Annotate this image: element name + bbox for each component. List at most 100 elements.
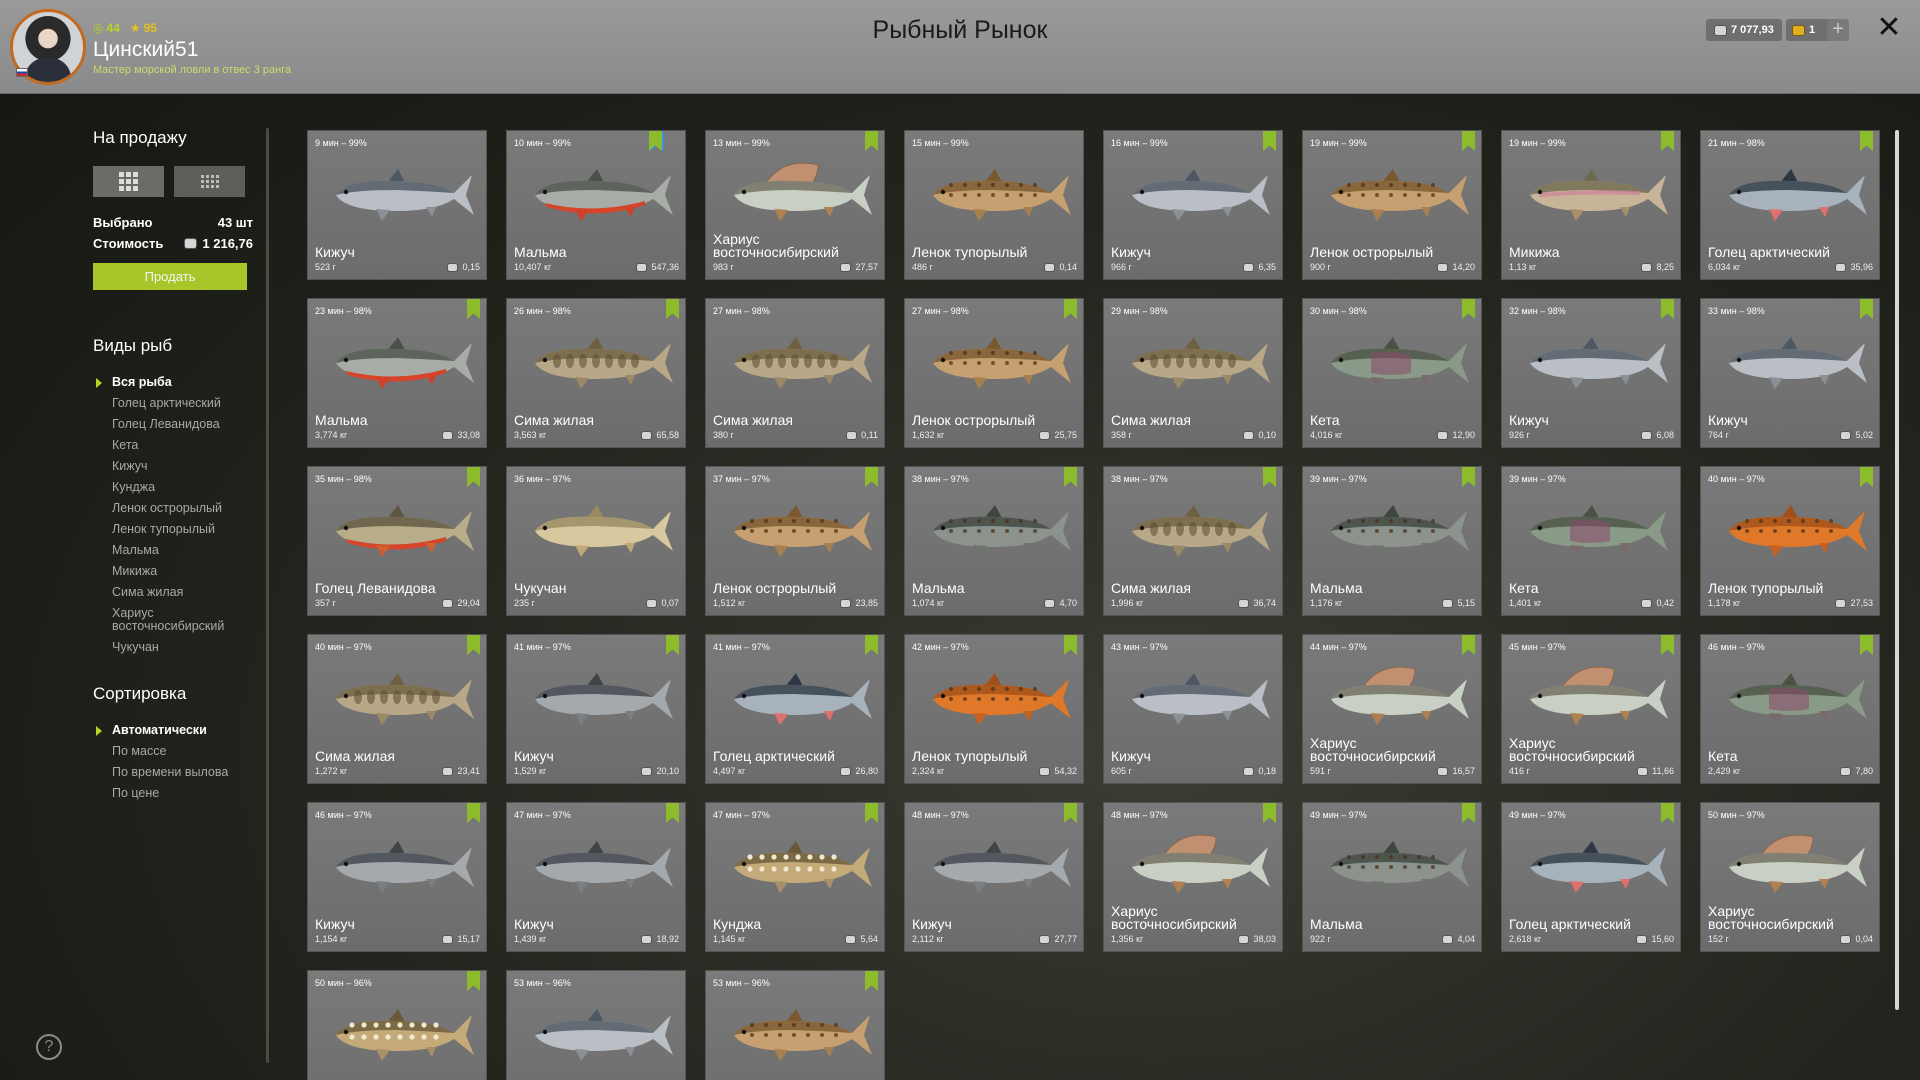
- fish-card[interactable]: 47 мин – 97% Кунджа 1,145 кг 5,64: [705, 802, 885, 952]
- bookmark-icon[interactable]: [1860, 635, 1873, 655]
- fish-card[interactable]: 19 мин – 99% Ленок острорылый 900 г 14,2…: [1302, 130, 1482, 280]
- fish-card[interactable]: 36 мин – 97% Чукучан 235 г 0,07: [506, 466, 686, 616]
- fish-card[interactable]: 47 мин – 97% Кижуч 1,439 кг 18,92: [506, 802, 686, 952]
- species-filter-item[interactable]: Кижуч: [93, 456, 253, 477]
- species-filter-item[interactable]: Вся рыба: [93, 372, 253, 393]
- bookmark-icon[interactable]: [1263, 803, 1276, 823]
- fish-card[interactable]: 38 мин – 97% Сима жилая 1,996 кг 36,74: [1103, 466, 1283, 616]
- fish-card[interactable]: 21 мин – 98% Голец арктический 6,034 кг …: [1700, 130, 1880, 280]
- fish-card[interactable]: 53 мин – 96%: [705, 970, 885, 1080]
- fish-card[interactable]: 30 мин – 98% Кета 4,016 кг 12,90: [1302, 298, 1482, 448]
- species-filter-item[interactable]: Кета: [93, 435, 253, 456]
- bookmark-icon[interactable]: [1064, 803, 1077, 823]
- bookmark-icon[interactable]: [1064, 299, 1077, 319]
- fish-card[interactable]: 49 мин – 97% Мальма 922 г 4,04: [1302, 802, 1482, 952]
- bookmark-icon[interactable]: [1860, 299, 1873, 319]
- fish-card[interactable]: 46 мин – 97% Кета 2,429 кг 7,80: [1700, 634, 1880, 784]
- large-grid-view-button[interactable]: [93, 166, 164, 197]
- bookmark-icon[interactable]: [865, 131, 878, 151]
- species-filter-item[interactable]: Голец арктический: [93, 393, 253, 414]
- fish-card[interactable]: 32 мин – 98% Кижуч 926 г 6,08: [1501, 298, 1681, 448]
- fish-card[interactable]: 35 мин – 98% Голец Леванидова 357 г 29,0…: [307, 466, 487, 616]
- fish-card[interactable]: 41 мин – 97% Кижуч 1,529 кг 20,10: [506, 634, 686, 784]
- fish-card[interactable]: 46 мин – 97% Кижуч 1,154 кг 15,17: [307, 802, 487, 952]
- bookmark-icon[interactable]: [1661, 803, 1674, 823]
- sort-option-item[interactable]: По массе: [93, 741, 253, 762]
- species-filter-item[interactable]: Микижа: [93, 561, 253, 582]
- bookmark-icon[interactable]: [865, 971, 878, 991]
- fish-card[interactable]: 38 мин – 97% Мальма 1,074 кг 4,70: [904, 466, 1084, 616]
- bookmark-icon[interactable]: [666, 299, 679, 319]
- fish-card[interactable]: 49 мин – 97% Голец арктический 2,618 кг …: [1501, 802, 1681, 952]
- species-filter-item[interactable]: Ленок острорылый: [93, 498, 253, 519]
- bookmark-icon[interactable]: [1462, 131, 1475, 151]
- fish-card[interactable]: 50 мин – 96%: [307, 970, 487, 1080]
- help-button[interactable]: ?: [36, 1034, 62, 1060]
- fish-card[interactable]: 48 мин – 97% Хариус восточносибирский 1,…: [1103, 802, 1283, 952]
- bookmark-icon[interactable]: [1661, 299, 1674, 319]
- small-grid-view-button[interactable]: [174, 166, 245, 197]
- bookmark-icon[interactable]: [666, 803, 679, 823]
- bookmark-icon[interactable]: [1462, 635, 1475, 655]
- fish-card[interactable]: 44 мин – 97% Хариус восточносибирский 59…: [1302, 634, 1482, 784]
- fish-card[interactable]: 29 мин – 98% Сима жилая 358 г 0,10: [1103, 298, 1283, 448]
- fish-card[interactable]: 10 мин – 99% Мальма 10,407 кг 547,36: [506, 130, 686, 280]
- bookmark-icon[interactable]: [1661, 635, 1674, 655]
- bookmark-icon[interactable]: [467, 971, 480, 991]
- fish-card[interactable]: 26 мин – 98% Сима жилая 3,563 кг 65,58: [506, 298, 686, 448]
- bookmark-icon[interactable]: [1064, 635, 1077, 655]
- fish-card[interactable]: 13 мин – 99% Хариус восточносибирский 98…: [705, 130, 885, 280]
- close-button[interactable]: ✕: [1874, 13, 1904, 44]
- bookmark-icon[interactable]: [1263, 131, 1276, 151]
- bookmark-icon[interactable]: [1263, 467, 1276, 487]
- bookmark-icon[interactable]: [865, 467, 878, 487]
- fish-card[interactable]: 27 мин – 98% Сима жилая 380 г 0,11: [705, 298, 885, 448]
- fish-card[interactable]: 50 мин – 97% Хариус восточносибирский 15…: [1700, 802, 1880, 952]
- bookmark-icon[interactable]: [467, 635, 480, 655]
- bookmark-icon[interactable]: [467, 299, 480, 319]
- fish-card[interactable]: 37 мин – 97% Ленок острорылый 1,512 кг 2…: [705, 466, 885, 616]
- bookmark-icon[interactable]: [467, 467, 480, 487]
- fish-card[interactable]: 39 мин – 97% Мальма 1,176 кг 5,15: [1302, 466, 1482, 616]
- fish-card[interactable]: 33 мин – 98% Кижуч 764 г 5,02: [1700, 298, 1880, 448]
- bookmark-icon[interactable]: [865, 635, 878, 655]
- species-filter-item[interactable]: Кунджа: [93, 477, 253, 498]
- fish-card[interactable]: 45 мин – 97% Хариус восточносибирский 41…: [1501, 634, 1681, 784]
- fish-card[interactable]: 16 мин – 99% Кижуч 966 г 6,35: [1103, 130, 1283, 280]
- sort-option-item[interactable]: По цене: [93, 783, 253, 804]
- fish-card[interactable]: 9 мин – 99% Кижуч 523 г 0,15: [307, 130, 487, 280]
- fish-card[interactable]: 19 мин – 99% Микижа 1,13 кг 8,25: [1501, 130, 1681, 280]
- fish-card[interactable]: 42 мин – 97% Ленок тупорылый 2,324 кг 54…: [904, 634, 1084, 784]
- fish-card[interactable]: 48 мин – 97% Кижуч 2,112 кг 27,77: [904, 802, 1084, 952]
- fish-card[interactable]: 39 мин – 97% Кета 1,401 кг 0,42: [1501, 466, 1681, 616]
- bookmark-icon[interactable]: [649, 131, 662, 151]
- fish-card[interactable]: 23 мин – 98% Мальма 3,774 кг 33,08: [307, 298, 487, 448]
- bookmark-icon[interactable]: [1661, 131, 1674, 151]
- bookmark-icon[interactable]: [1462, 467, 1475, 487]
- species-filter-item[interactable]: Мальма: [93, 540, 253, 561]
- species-filter-item[interactable]: Ленок тупорылый: [93, 519, 253, 540]
- fish-card[interactable]: 15 мин – 99% Ленок тупорылый 486 г 0,14: [904, 130, 1084, 280]
- sort-option-item[interactable]: По времени вылова: [93, 762, 253, 783]
- sort-option-item[interactable]: Автоматически: [93, 720, 253, 741]
- bookmark-icon[interactable]: [865, 803, 878, 823]
- fish-card[interactable]: 27 мин – 98% Ленок острорылый 1,632 кг 2…: [904, 298, 1084, 448]
- species-filter-item[interactable]: Хариус восточносибирский: [93, 603, 253, 637]
- bookmark-icon[interactable]: [1860, 131, 1873, 151]
- bookmark-icon[interactable]: [1462, 299, 1475, 319]
- add-gold-button[interactable]: +: [1827, 19, 1849, 41]
- fish-card[interactable]: 41 мин – 97% Голец арктический 4,497 кг …: [705, 634, 885, 784]
- scrollbar[interactable]: [1895, 130, 1899, 1010]
- bookmark-icon[interactable]: [1064, 467, 1077, 487]
- bookmark-icon[interactable]: [1462, 803, 1475, 823]
- fish-card[interactable]: 43 мин – 97% Кижуч 605 г 0,18: [1103, 634, 1283, 784]
- bookmark-icon[interactable]: [1860, 467, 1873, 487]
- fish-card[interactable]: 40 мин – 97% Сима жилая 1,272 кг 23,41: [307, 634, 487, 784]
- sell-button[interactable]: Продать: [93, 263, 247, 290]
- bookmark-icon[interactable]: [467, 803, 480, 823]
- fish-card[interactable]: 53 мин – 96%: [506, 970, 686, 1080]
- species-filter-item[interactable]: Сима жилая: [93, 582, 253, 603]
- species-filter-item[interactable]: Голец Леванидова: [93, 414, 253, 435]
- fish-card[interactable]: 40 мин – 97% Ленок тупорылый 1,178 кг 27…: [1700, 466, 1880, 616]
- species-filter-item[interactable]: Чукучан: [93, 637, 253, 658]
